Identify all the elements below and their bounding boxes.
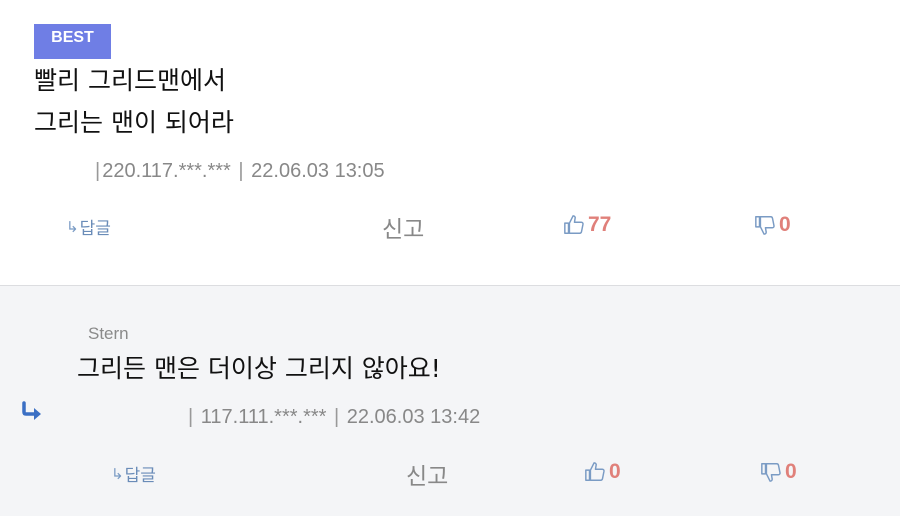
reply-button[interactable]: ↳ 답글 (66, 214, 111, 240)
comment-line: 빨리 그리드맨에서 (34, 66, 226, 95)
comment-ip: 220.117.***.*** (102, 160, 231, 182)
dislike-button[interactable]: 0 (760, 460, 797, 484)
reply-arrow-icon: ↳ (66, 217, 79, 236)
comment-author[interactable]: Stern (88, 324, 129, 344)
reply-button[interactable]: ↳ 답글 (111, 461, 156, 487)
like-count: 0 (609, 460, 621, 483)
meta-separator: | (333, 406, 340, 428)
like-button[interactable]: 77 (563, 213, 611, 237)
meta-separator: | (95, 160, 101, 182)
reply-label: 답글 (79, 219, 111, 239)
comment-meta: | 117.111.***.*** | 22.06.03 13:42 (186, 406, 480, 429)
comment-body: 그리든 맨은 더이상 그리지 않아요! (77, 348, 441, 390)
reply-label: 답글 (124, 466, 156, 486)
comment-date: 22.06.03 13:05 (251, 160, 385, 182)
comment-line: 그리는 맨이 되어라 (34, 108, 234, 137)
thumbs-down-icon (755, 216, 775, 235)
dislike-button[interactable]: 0 (754, 213, 791, 237)
comment-date: 22.06.03 13:42 (346, 406, 481, 428)
thumbs-up-icon (564, 215, 584, 234)
comment-meta: | 220.117.***.*** | 22.06.03 13:05 (93, 160, 385, 183)
best-comment: BEST 빨리 그리드맨에서 그리는 맨이 되어라 | 220.117.***.*… (0, 0, 900, 285)
comment-body: 빨리 그리드맨에서 그리는 맨이 되어라 (34, 60, 234, 144)
report-button[interactable]: 신고 (406, 457, 448, 491)
comment-line: 그리든 맨은 더이상 그리지 않아요! (77, 354, 441, 383)
comment-ip: 117.111.***.*** (200, 406, 327, 428)
dislike-count: 0 (785, 460, 797, 483)
dislike-count: 0 (779, 213, 791, 236)
reply-indicator-icon (20, 400, 46, 426)
meta-separator: | (238, 160, 244, 182)
thumbs-down-icon (761, 463, 781, 482)
meta-separator: | (188, 406, 194, 428)
like-count: 77 (588, 213, 612, 236)
thumbs-up-icon (585, 462, 605, 481)
report-button[interactable]: 신고 (382, 210, 424, 244)
like-button[interactable]: 0 (584, 460, 621, 484)
best-badge: BEST (34, 24, 111, 59)
reply-arrow-icon: ↳ (111, 464, 124, 483)
